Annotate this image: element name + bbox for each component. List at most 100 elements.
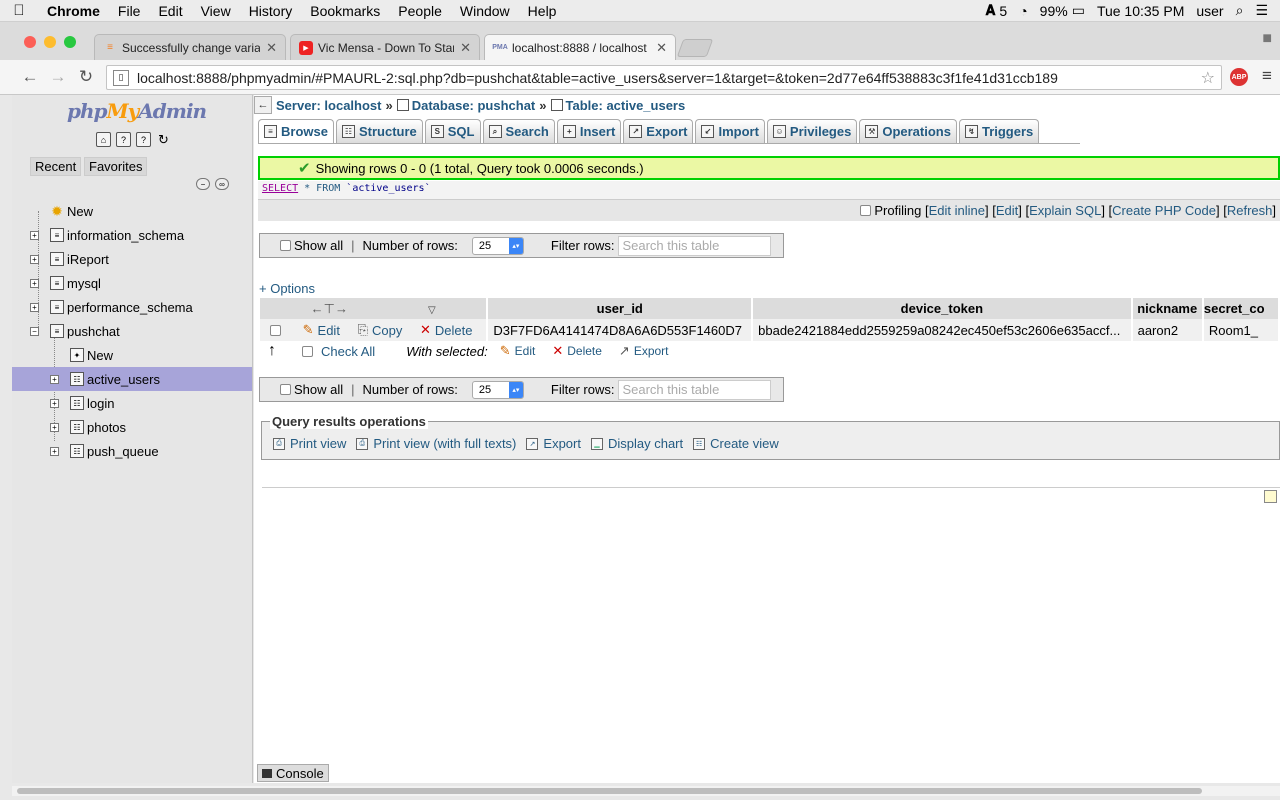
tree-item-login[interactable]: + ☷ login xyxy=(12,391,252,415)
menu-help[interactable]: Help xyxy=(519,3,566,19)
column-header-secret-code[interactable]: secret_co xyxy=(1202,298,1280,319)
expand-icon[interactable]: + xyxy=(30,254,39,264)
breadcrumb-table[interactable]: Table: active_users xyxy=(566,98,686,113)
close-tab-icon[interactable]: ✕ xyxy=(460,40,471,56)
expand-icon[interactable]: + xyxy=(30,302,39,312)
phpmyadmin-logo[interactable]: phpMyAdmin xyxy=(67,99,207,123)
adblock-icon[interactable]: ABP xyxy=(1230,68,1248,86)
scrollbar-thumb[interactable] xyxy=(17,788,1202,794)
check-all-checkbox[interactable] xyxy=(302,345,313,357)
menu-view[interactable]: View xyxy=(192,3,240,19)
url-text[interactable]: localhost:8888/phpmyadmin/#PMAURL-2:sql.… xyxy=(137,70,1058,86)
display-chart-link[interactable]: ▁ Display chart xyxy=(590,436,683,451)
tab-browse[interactable]: ≡ Browse xyxy=(258,119,334,143)
tree-item-ireport[interactable]: + ≡ iReport xyxy=(12,247,252,271)
apple-icon[interactable]:  xyxy=(0,2,38,19)
filter-rows-input[interactable]: Search this table xyxy=(618,235,772,256)
recent-tab[interactable]: Recent xyxy=(30,157,82,176)
check-all-link[interactable]: Check All xyxy=(321,344,375,359)
tree-label[interactable]: active_users xyxy=(87,372,160,387)
expand-icon[interactable]: + xyxy=(50,422,59,432)
bulk-export-link[interactable]: Export xyxy=(634,344,669,358)
column-header-device-token[interactable]: device_token xyxy=(752,298,1133,319)
menu-edit[interactable]: Edit xyxy=(149,3,191,19)
tree-item-new[interactable]: ✹ New xyxy=(12,199,252,223)
sort-dropdown-icon[interactable]: ▽ xyxy=(428,305,436,316)
bulk-edit-link[interactable]: Edit xyxy=(515,344,536,358)
tree-label[interactable]: mysql xyxy=(67,276,101,291)
rows-per-page-select[interactable]: 25 ▴▾ xyxy=(471,236,524,255)
edit-link[interactable]: Edit xyxy=(996,203,1018,218)
breadcrumb-database[interactable]: Database: pushchat xyxy=(412,98,536,113)
bookmark-star-icon[interactable]: ☆ xyxy=(1201,68,1215,88)
tree-label[interactable]: pushchat xyxy=(67,324,120,339)
tab-triggers[interactable]: ↯ Triggers xyxy=(958,119,1040,143)
browser-tab-2[interactable]: ▶ Vic Mensa - Down To Start ✕ xyxy=(290,34,480,60)
edit-inline-link[interactable]: Edit inline xyxy=(929,203,985,218)
spotlight-icon[interactable]: ⌕ xyxy=(1236,2,1244,19)
query-window-icon[interactable]: ? xyxy=(116,132,131,147)
wifi-icon[interactable]: ◔ xyxy=(1019,3,1027,19)
battery-icon[interactable]: ▭ xyxy=(1072,2,1085,19)
create-view-link[interactable]: ☷ Create view xyxy=(693,436,779,451)
user-menu[interactable]: user xyxy=(1196,3,1223,19)
tree-label[interactable]: photos xyxy=(87,420,126,435)
tab-insert[interactable]: + Insert xyxy=(556,119,622,143)
reload-icon[interactable]: ↻ xyxy=(72,67,100,87)
show-all-checkbox[interactable] xyxy=(280,240,291,251)
expand-icon[interactable]: + xyxy=(50,446,59,456)
clock[interactable]: Tue 10:35 PM xyxy=(1097,3,1184,19)
column-header-user-id[interactable]: user_id xyxy=(487,298,754,319)
tree-item-push-queue[interactable]: + ☷ push_queue xyxy=(12,439,252,463)
tab-export[interactable]: ↗ Export xyxy=(623,119,694,143)
export-link[interactable]: ↗ Export xyxy=(526,436,581,451)
filter-rows-input[interactable]: Search this table xyxy=(618,379,772,400)
menu-file[interactable]: File xyxy=(109,3,150,19)
forward-icon[interactable]: → xyxy=(44,67,72,87)
back-icon[interactable]: ← xyxy=(16,67,44,87)
print-full-link[interactable]: ⎙ Print view (with full texts) xyxy=(356,436,516,451)
tree-item-pushchat[interactable]: − ≡ pushchat xyxy=(12,319,252,343)
profile-icon[interactable]: ■ xyxy=(1262,30,1272,48)
menu-people[interactable]: People xyxy=(389,3,451,19)
column-resize-icon[interactable]: ←⊤→ xyxy=(311,301,348,316)
tree-item-performance-schema[interactable]: + ≡ performance_schema xyxy=(12,295,252,319)
favorites-tab[interactable]: Favorites xyxy=(84,157,148,176)
browser-tab-1[interactable]: ≡ Successfully change variab ✕ xyxy=(94,34,286,60)
expand-icon[interactable]: + xyxy=(30,230,39,240)
chrome-menu-icon[interactable]: ≡ xyxy=(1262,66,1272,86)
explain-sql-link[interactable]: Explain SQL xyxy=(1029,203,1101,218)
menu-history[interactable]: History xyxy=(240,3,302,19)
expand-icon[interactable]: + xyxy=(50,398,59,408)
cell-device-token[interactable]: bbade2421884edd2559259a08242ec450ef53c26… xyxy=(752,319,1133,341)
expand-icon[interactable]: + xyxy=(30,278,39,288)
tab-operations[interactable]: ⚒ Operations xyxy=(859,119,957,143)
row-edit-link[interactable]: ✎ Edit xyxy=(303,322,340,338)
row-copy-link[interactable]: ⎘ Copy xyxy=(358,322,403,338)
tab-privileges[interactable]: ☺ Privileges xyxy=(766,119,858,143)
console-toggle[interactable]: Console xyxy=(257,764,329,782)
documentation-icon[interactable]: ? xyxy=(136,132,151,147)
row-checkbox[interactable] xyxy=(270,325,281,337)
collapse-icon[interactable]: − xyxy=(30,326,39,336)
tab-structure[interactable]: ☷ Structure xyxy=(335,119,423,143)
menu-window[interactable]: Window xyxy=(451,3,519,19)
tree-label[interactable]: New xyxy=(87,348,113,363)
row-delete-link[interactable]: ✕ Delete xyxy=(420,322,472,338)
notification-center-icon[interactable]: ☰ xyxy=(1255,2,1268,19)
print-view-link[interactable]: ⎙ Print view xyxy=(273,436,346,451)
bookmark-note-icon[interactable] xyxy=(1264,490,1277,503)
options-toggle[interactable]: + Options xyxy=(259,281,315,296)
cell-nickname[interactable]: aaron2 xyxy=(1131,319,1204,341)
tree-item-information-schema[interactable]: + ≡ information_schema xyxy=(12,223,252,247)
collapse-all-icon[interactable]: − xyxy=(196,178,210,190)
tree-item-new-table[interactable]: ✦ New xyxy=(12,343,252,367)
new-tab-button[interactable] xyxy=(676,39,714,57)
tree-label[interactable]: iReport xyxy=(67,252,109,267)
browser-tab-3[interactable]: PMA localhost:8888 / localhost ✕ xyxy=(484,34,676,60)
back-arrow-icon[interactable]: ← xyxy=(254,96,272,114)
close-window-button[interactable] xyxy=(24,36,36,48)
create-php-code-link[interactable]: Create PHP Code xyxy=(1112,203,1216,218)
tree-item-mysql[interactable]: + ≡ mysql xyxy=(12,271,252,295)
tab-sql[interactable]: S SQL xyxy=(424,119,481,143)
